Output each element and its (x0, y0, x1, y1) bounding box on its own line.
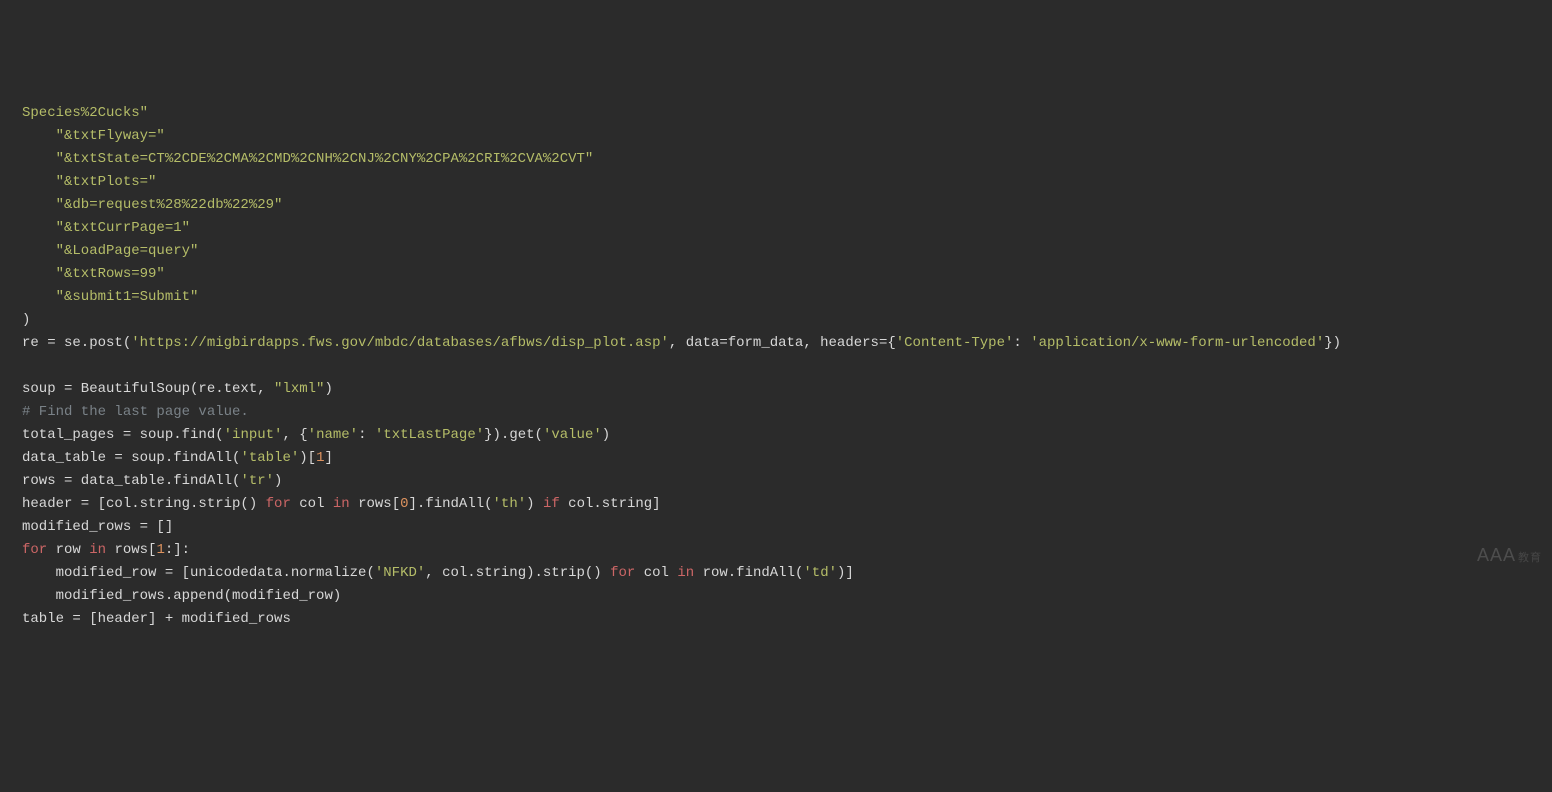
code-line: # Find the last page value. (22, 401, 1530, 424)
code-line: modified_rows.append(modified_row) (22, 585, 1530, 608)
code-line: Species%2Cucks" (22, 102, 1530, 125)
code-line: "&submit1=Submit" (22, 286, 1530, 309)
code-line: re = se.post('https://migbirdapps.fws.go… (22, 332, 1530, 355)
code-block[interactable]: Species%2Cucks" "&txtFlyway=" "&txtState… (22, 102, 1530, 631)
code-line: for row in rows[1:]: (22, 539, 1530, 562)
code-line: "&txtState=CT%2CDE%2CMA%2CMD%2CNH%2CNJ%2… (22, 148, 1530, 171)
watermark: AAA教育 (1477, 544, 1542, 570)
code-line: rows = data_table.findAll('tr') (22, 470, 1530, 493)
code-line: soup = BeautifulSoup(re.text, "lxml") (22, 378, 1530, 401)
code-line: total_pages = soup.find('input', {'name'… (22, 424, 1530, 447)
code-line: ) (22, 309, 1530, 332)
code-line: "&txtFlyway=" (22, 125, 1530, 148)
code-line: "&LoadPage=query" (22, 240, 1530, 263)
code-line: "&db=request%28%22db%22%29" (22, 194, 1530, 217)
code-line: "&txtCurrPage=1" (22, 217, 1530, 240)
code-line: table = [header] + modified_rows (22, 608, 1530, 631)
code-line: "&txtPlots=" (22, 171, 1530, 194)
code-line (22, 355, 1530, 378)
watermark-sub: 教育 (1518, 552, 1542, 564)
code-line: header = [col.string.strip() for col in … (22, 493, 1530, 516)
code-line: modified_rows = [] (22, 516, 1530, 539)
watermark-text: AAA (1477, 545, 1516, 565)
code-line: "&txtRows=99" (22, 263, 1530, 286)
code-line: data_table = soup.findAll('table')[1] (22, 447, 1530, 470)
